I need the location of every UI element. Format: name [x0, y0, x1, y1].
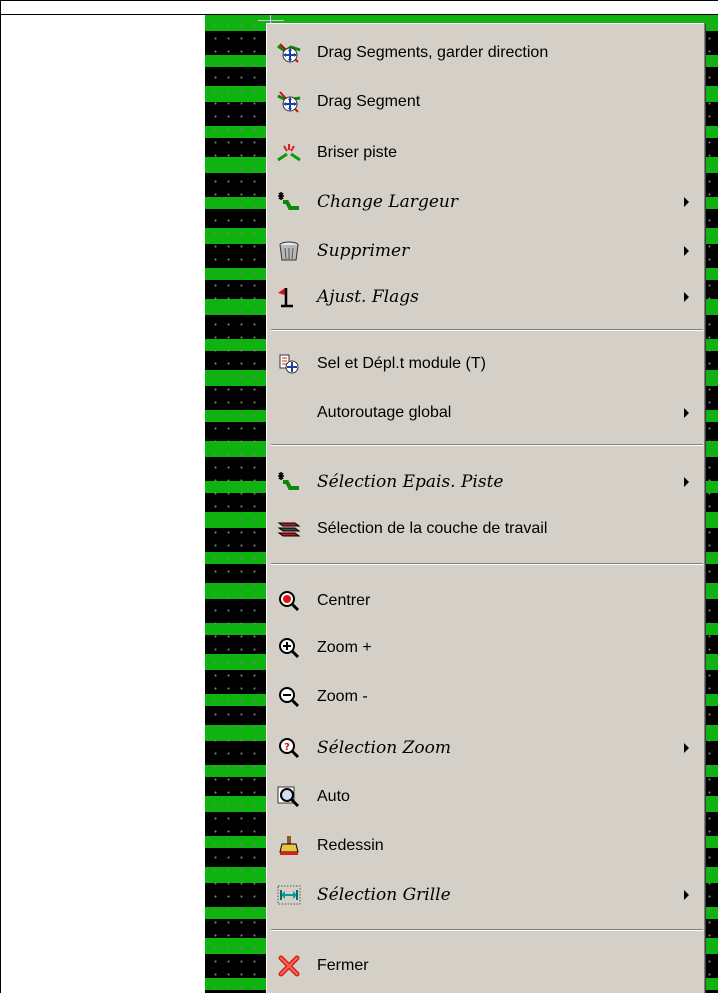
menu-item-label: Zoom - [317, 688, 368, 705]
move-module-icon [279, 354, 299, 374]
menu-item-label: Zoom + [317, 639, 372, 656]
menu-item-zoom-in[interactable]: Zoom + [267, 631, 703, 665]
drag-segments-keep-direction-icon [277, 43, 301, 63]
window-top-border [0, 0, 718, 1]
menu-item-drag-segment[interactable]: Drag Segment [267, 85, 703, 119]
menu-item-auto[interactable]: Auto [267, 780, 703, 814]
zoom-in-icon [279, 638, 300, 659]
menu-item-center[interactable]: Centrer [267, 584, 703, 618]
menu-separator [271, 444, 703, 446]
drag-segment-icon [277, 91, 301, 113]
zoom-auto-icon [277, 786, 300, 808]
menu-item-zoom-out[interactable]: Zoom - [267, 680, 703, 714]
menu-item-label: Sélection de la couche de travail [317, 520, 548, 537]
menu-item-label: Briser piste [317, 144, 398, 161]
menu-item-select-track-width[interactable]: Sélection Epais. Piste [267, 465, 703, 499]
menu-item-label: Change Largeur [317, 192, 458, 212]
menu-item-label: Sélection Zoom [317, 738, 451, 758]
menu-item-label: Autoroutage global [317, 404, 452, 421]
menu-item-global-autoroute[interactable]: Autoroutage global [267, 396, 703, 430]
menu-item-label: Sel et Dépl.t module (T) [317, 355, 486, 372]
menu-item-change-width[interactable]: Change Largeur [267, 185, 703, 219]
track-width-icon [278, 472, 299, 490]
menu-item-label: Supprimer [317, 241, 410, 261]
redraw-icon [279, 836, 299, 855]
submenu-arrow-icon [684, 246, 689, 256]
menu-item-label: Sélection Grille [317, 885, 451, 905]
svg-text:?: ? [284, 742, 290, 753]
submenu-arrow-icon [684, 197, 689, 207]
menu-item-label: Ajust. Flags [317, 287, 419, 307]
submenu-arrow-icon [684, 743, 689, 753]
menu-separator [271, 329, 703, 331]
crosshair-cursor [258, 20, 284, 21]
layers-icon [277, 522, 301, 537]
menu-item-grid-selection[interactable]: Sélection Grille [267, 878, 703, 912]
menu-item-select-working-layer[interactable]: Sélection de la couche de travail [267, 512, 703, 546]
break-track-icon [277, 144, 301, 162]
menu-item-label: Fermer [317, 957, 369, 974]
menu-item-zoom-selection[interactable]: ? Sélection Zoom [267, 731, 703, 765]
submenu-arrow-icon [684, 292, 689, 302]
menu-item-adjust-flags[interactable]: Ajust. Flags [267, 280, 703, 314]
menu-item-label: Redessin [317, 837, 384, 854]
flag-icon [278, 288, 293, 308]
zoom-center-icon [279, 591, 300, 612]
context-menu: Drag Segments, garder direction Drag Seg… [266, 23, 704, 993]
submenu-arrow-icon [684, 890, 689, 900]
width-change-icon [278, 192, 299, 210]
zoom-select-icon: ? [279, 738, 300, 759]
menu-item-redraw[interactable]: Redessin [267, 829, 703, 863]
submenu-arrow-icon [684, 408, 689, 418]
trash-can-icon [279, 241, 299, 261]
submenu-arrow-icon [684, 477, 689, 487]
menu-item-break-track[interactable]: Briser piste [267, 136, 703, 170]
menu-item-close[interactable]: Fermer [267, 949, 703, 983]
zoom-out-icon [279, 687, 300, 708]
menu-item-label: Drag Segments, garder direction [317, 44, 549, 61]
menu-item-select-move-module[interactable]: Sel et Dépl.t module (T) [267, 347, 703, 381]
menu-item-label: Centrer [317, 592, 371, 609]
menu-item-label: Sélection Epais. Piste [317, 472, 504, 492]
menu-separator [271, 563, 703, 565]
menu-item-label: Drag Segment [317, 93, 421, 110]
close-x-icon [278, 955, 300, 977]
menu-item-label: Auto [317, 788, 350, 805]
window-left-border [0, 0, 1, 993]
menu-item-drag-segments-keep-direction[interactable]: Drag Segments, garder direction [267, 36, 703, 70]
grid-select-icon [277, 885, 301, 905]
menu-separator [271, 929, 703, 931]
menu-item-delete[interactable]: Supprimer [267, 234, 703, 268]
